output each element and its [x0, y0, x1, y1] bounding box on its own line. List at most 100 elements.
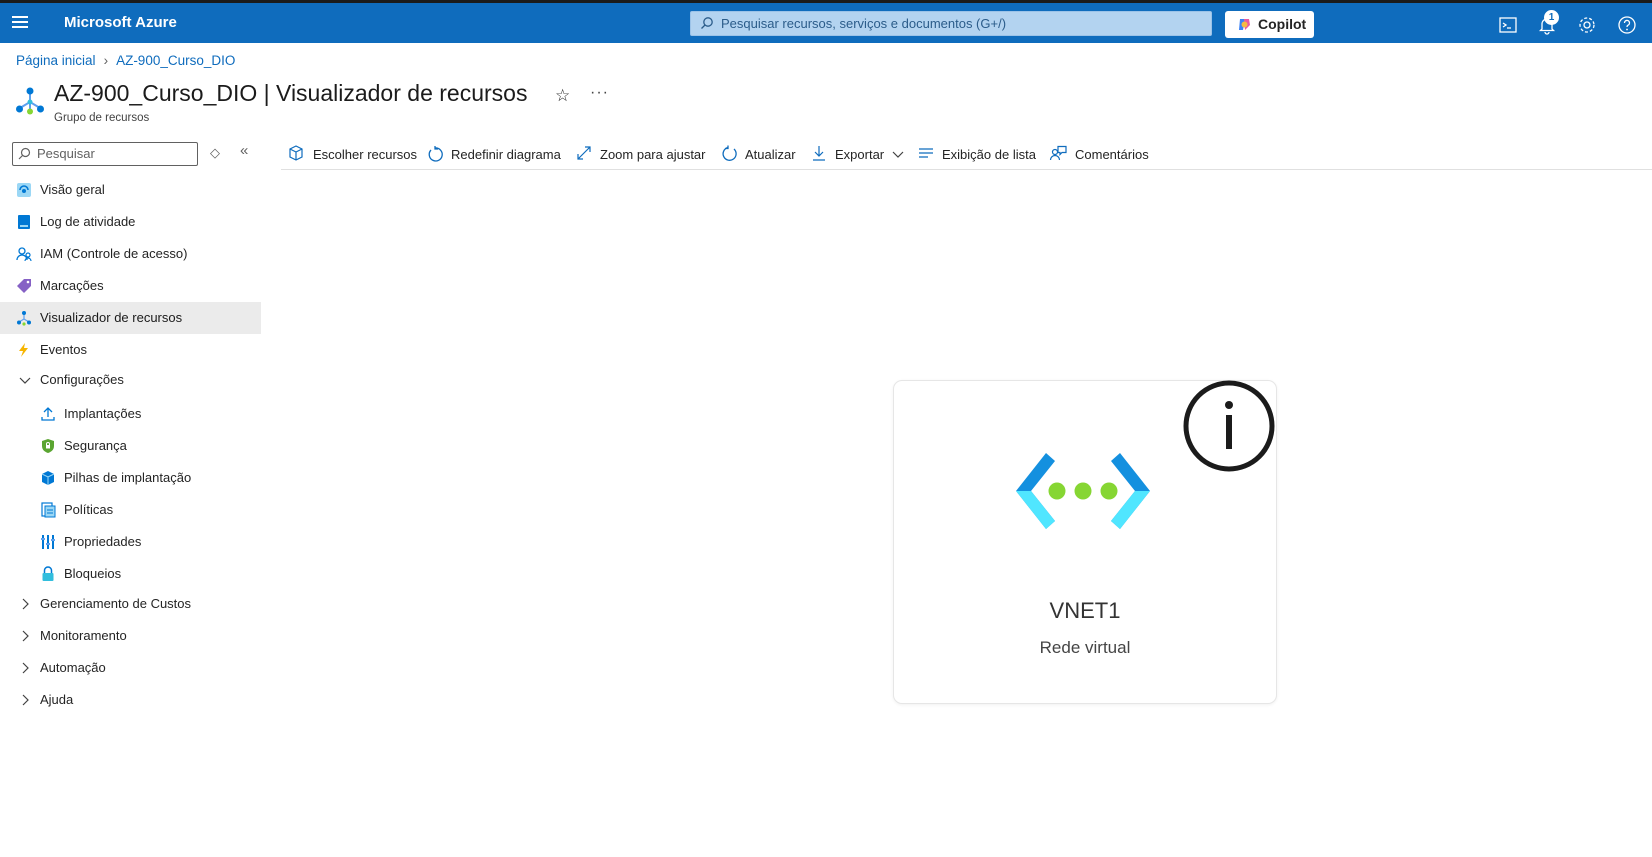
page-title: AZ-900_Curso_DIO | Visualizador de recur…	[54, 80, 527, 107]
sidebar-item-activity-log[interactable]: Log de atividade	[0, 206, 261, 238]
sidebar-group-cost-management[interactable]: Gerenciamento de Custos	[0, 588, 261, 620]
deployment-stacks-icon	[41, 471, 55, 485]
settings-gear-icon[interactable]	[1577, 15, 1597, 35]
iam-icon	[16, 247, 32, 262]
search-icon	[18, 147, 31, 160]
copilot-button[interactable]: Copilot	[1225, 11, 1314, 38]
sidebar-group-monitoring[interactable]: Monitoramento	[0, 620, 261, 652]
help-icon[interactable]	[1617, 15, 1637, 35]
resource-visualizer-title-icon	[16, 87, 44, 115]
sidebar-item-properties[interactable]: Propriedades	[0, 526, 261, 558]
resource-type: Rede virtual	[1039, 638, 1131, 657]
download-icon	[813, 146, 825, 161]
search-icon	[701, 17, 713, 29]
cloud-shell-icon[interactable]	[1498, 15, 1518, 35]
global-search-input[interactable]: Pesquisar recursos, serviços e documento…	[690, 11, 1212, 36]
sidebar-item-label: Automação	[40, 660, 106, 675]
shield-icon	[42, 439, 54, 453]
command-bar: Escolher recursos Redefinir diagrama Zoo…	[281, 138, 1652, 170]
breadcrumb-home-link[interactable]: Página inicial	[16, 53, 96, 68]
sidebar-search-input[interactable]: Pesquisar	[12, 142, 198, 166]
sidebar-group-settings[interactable]: Configurações	[0, 364, 261, 396]
sidebar-item-label: IAM (Controle de acesso)	[40, 246, 188, 261]
page-title-page: Visualizador de recursos	[276, 80, 528, 106]
sidebar-item-label: Gerenciamento de Custos	[40, 596, 192, 611]
sidebar-item-label: Políticas	[64, 502, 114, 517]
policy-icon	[41, 502, 56, 518]
list-view-label: Exibição de lista	[942, 147, 1036, 162]
page-title-separator: |	[257, 80, 277, 106]
sidebar-item-label: Bloqueios	[64, 566, 122, 581]
resource-name: VNET1	[1049, 598, 1121, 623]
sidebar-item-locks[interactable]: Bloqueios	[0, 558, 261, 590]
sidebar-item-resource-visualizer[interactable]: Visualizador de recursos	[0, 302, 261, 334]
sidebar-group-help[interactable]: Ajuda	[0, 684, 261, 716]
export-label: Exportar	[835, 147, 885, 162]
sidebar-item-label: Marcações	[40, 278, 104, 293]
reset-diagram-label: Redefinir diagrama	[451, 147, 561, 162]
feedback-label: Comentários	[1075, 147, 1149, 162]
deployments-icon	[41, 407, 55, 421]
sidebar-item-tags[interactable]: Marcações	[0, 270, 261, 302]
breadcrumb-separator-icon: ›	[103, 53, 109, 68]
sidebar-search-placeholder: Pesquisar	[37, 146, 95, 161]
chevron-right-icon	[22, 694, 29, 706]
sidebar-item-label: Eventos	[40, 342, 87, 357]
refresh-label: Atualizar	[745, 147, 796, 162]
cube-icon	[289, 145, 303, 161]
favorite-star-icon[interactable]: ☆	[555, 86, 570, 106]
breadcrumb: Página inicial › AZ-900_Curso_DIO	[16, 53, 235, 68]
overview-icon	[17, 183, 31, 197]
refresh-icon	[722, 145, 737, 161]
sidebar-item-label: Segurança	[64, 438, 127, 453]
chevron-right-icon	[22, 630, 29, 642]
hamburger-menu-icon[interactable]	[12, 16, 28, 30]
resource-visualizer-icon	[17, 311, 31, 326]
sidebar-item-events[interactable]: Eventos	[0, 334, 261, 366]
properties-icon	[41, 535, 55, 549]
activity-log-icon	[18, 215, 30, 229]
sidebar-item-label: Visão geral	[40, 182, 105, 197]
sidebar-item-policies[interactable]: Políticas	[0, 494, 261, 526]
info-icon[interactable]	[1182, 379, 1276, 473]
sidebar-group-automation[interactable]: Automação	[0, 652, 261, 684]
chevron-down-icon	[892, 151, 904, 158]
sidebar-item-label: Configurações	[40, 372, 124, 387]
sidebar-item-label: Implantações	[64, 406, 142, 421]
sidebar-item-label: Propriedades	[64, 534, 142, 549]
chevron-right-icon	[22, 662, 29, 674]
lock-icon	[42, 566, 54, 581]
chevron-down-icon	[19, 377, 31, 384]
page-title-resource: AZ-900_Curso_DIO	[54, 80, 258, 106]
sidebar-item-deployment-stacks[interactable]: Pilhas de implantação	[0, 462, 261, 494]
copilot-icon	[1239, 19, 1250, 30]
expand-arrows-icon	[577, 146, 591, 160]
breadcrumb-resource-group-link[interactable]: AZ-900_Curso_DIO	[116, 53, 235, 68]
sidebar-item-iam[interactable]: IAM (Controle de acesso)	[0, 238, 261, 270]
copilot-label: Copilot	[1258, 16, 1307, 32]
feedback-icon	[1049, 145, 1067, 161]
list-icon	[919, 148, 933, 158]
chevron-right-icon	[22, 598, 29, 610]
sidebar-item-label: Visualizador de recursos	[40, 310, 183, 325]
sidebar-item-deployments[interactable]: Implantações	[0, 398, 261, 430]
portal-brand[interactable]: Microsoft Azure	[64, 14, 177, 31]
notification-count-badge: 1	[1544, 10, 1559, 25]
reset-icon	[428, 146, 443, 162]
sidebar-item-label: Ajuda	[40, 692, 74, 707]
sidebar-item-overview[interactable]: Visão geral	[0, 174, 261, 206]
tag-icon	[17, 279, 31, 293]
sidebar-sort-icon[interactable]: ◇	[210, 145, 220, 161]
collapse-sidebar-icon[interactable]: «	[240, 142, 248, 159]
page-subtitle: Grupo de recursos	[54, 112, 150, 124]
choose-resources-label: Escolher recursos	[313, 147, 418, 162]
sidebar-item-label: Log de atividade	[40, 214, 136, 229]
lightning-icon	[19, 343, 28, 357]
sidebar-item-label: Pilhas de implantação	[64, 470, 192, 485]
top-bar: Microsoft Azure Pesquisar recursos, serv…	[0, 0, 1652, 43]
sidebar-item-label: Monitoramento	[40, 628, 127, 643]
more-options-icon[interactable]: ···	[590, 84, 609, 102]
global-search-placeholder: Pesquisar recursos, serviços e documento…	[721, 16, 1007, 31]
sidebar-item-security[interactable]: Segurança	[0, 430, 261, 462]
virtual-network-icon	[1016, 453, 1150, 529]
